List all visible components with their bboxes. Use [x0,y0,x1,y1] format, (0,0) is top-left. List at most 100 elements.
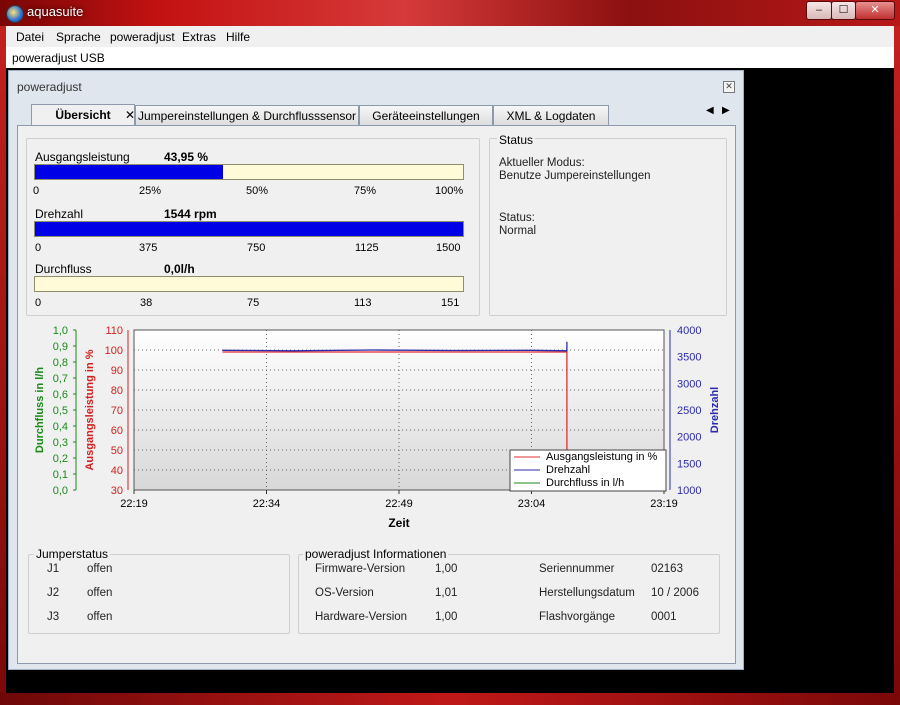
x-tick-label: 23:04 [518,498,546,510]
gauge-bar-drehzahl [34,221,464,237]
jumper-state: offen [87,587,113,599]
gauge-tick: 0 [35,242,42,254]
jumper-name: J1 [47,563,60,575]
jumper-name: J3 [47,611,60,623]
flow-tick-label: 0,4 [53,421,68,433]
gauge-tick: 1125 [355,242,379,254]
jumper-group [28,554,290,634]
gauge-tick: 25% [139,185,162,197]
rpm-tick-label: 1000 [677,485,701,497]
status-mode-label: Aktueller Modus: [499,157,585,169]
status-value: Normal [499,225,537,237]
menu-extras[interactable]: Extras [182,30,216,44]
rpm-tick-label: 3000 [677,378,701,390]
panel-close-icon[interactable]: ✕ [723,81,735,93]
info-value: 10 / 2006 [651,587,699,599]
info-key: Hardware-Version [315,611,408,623]
legend-item: Drehzahl [546,464,590,476]
tab-close-icon[interactable]: ✕ [125,105,135,125]
info-value: 02163 [651,563,683,575]
gauge-tick: 1500 [436,242,461,254]
menu-poweradjust[interactable]: poweradjust [110,30,175,44]
flow-tick-label: 0,7 [53,373,68,385]
gauge-tick: 75 [247,297,260,309]
device-strip: poweradjust USB [6,47,894,69]
flow-tick-label: 0,5 [53,405,68,417]
history-chart: 22:19 22:34 22:49 23:04 23:19 110 100 90 80 70 60 5… [34,325,721,530]
tab-geraeteeinstellungen[interactable]: Geräteeinstellungen [359,105,493,126]
power-tick-label: 110 [105,325,123,337]
tab-jumpereinstellungen[interactable]: Jumpereinstellungen & Durchflusssensor [135,105,359,126]
gauge-tick: 375 [139,242,158,254]
window-titlebar: aquasuite – ☐ ✕ [0,0,900,26]
menu-hilfe[interactable]: Hilfe [226,30,250,44]
gauge-fill-drehzahl [35,222,463,236]
maximize-button[interactable]: ☐ [831,1,856,20]
gauge-tick: 38 [140,297,153,309]
info-key: Seriennummer [539,563,615,575]
gauge-value-ausgangsleistung: 43,95 % [164,150,209,164]
gauge-tick: 750 [247,242,266,254]
rpm-tick-label: 4000 [677,325,701,337]
gauge-tick: 113 [354,297,372,309]
info-value: 1,00 [435,563,458,575]
minimize-button[interactable]: – [806,1,832,20]
tab-scroll-left-icon[interactable]: ◀ [706,105,714,116]
close-window-button[interactable]: ✕ [855,1,895,20]
info-group-title: poweradjust Informationen [303,547,449,561]
rpm-tick-label: 3500 [677,352,701,364]
info-key: Firmware-Version [315,563,406,575]
tab-xml-logdaten[interactable]: XML & Logdaten [493,105,609,126]
tab-scroll-right-icon[interactable]: ▶ [722,105,730,116]
flow-tick-label: 0,9 [53,341,68,353]
gauge-value-durchfluss: 0,0l/h [164,262,195,276]
gauge-label-ausgangsleistung: Ausgangsleistung [35,150,130,164]
flow-tick-label: 0,3 [53,437,68,449]
x-tick-label: 22:34 [253,498,281,510]
info-key: Flashvorgänge [539,611,616,623]
info-value: 0001 [651,611,677,623]
window-border-right [894,26,900,705]
axis-title-drehzahl: Drehzahl [709,387,721,433]
device-label[interactable]: poweradjust USB [12,51,105,65]
x-tick-label: 23:19 [650,498,678,510]
info-value: 1,00 [435,611,458,623]
menu-sprache[interactable]: Sprache [56,30,101,44]
gauge-tick: 0 [35,297,42,309]
power-tick-label: 30 [111,485,123,497]
gauge-fill-ausgangsleistung [35,165,224,179]
menu-datei[interactable]: Datei [16,30,44,44]
gauge-value-drehzahl: 1544 rpm [164,207,217,221]
status-mode-value: Benutze Jumpereinstellungen [499,170,651,182]
status-label: Status: [499,212,535,224]
flow-tick-label: 0,6 [53,389,68,401]
tab-uebersicht[interactable]: Übersicht ✕ [31,104,135,127]
legend-item: Ausgangsleistung in % [546,451,658,463]
gauge-bar-ausgangsleistung [34,164,464,180]
jumper-name: J2 [47,587,60,599]
flow-tick-label: 0,0 [53,485,68,497]
gauge-tick: 100% [435,185,464,197]
window-border-bottom [0,693,900,705]
jumper-state: offen [87,563,113,575]
tab-uebersicht-label: Übersicht [55,108,111,122]
gauge-tick: 151 [441,297,460,309]
app-logo-icon [6,5,24,23]
rpm-tick-label: 2500 [677,405,701,417]
power-tick-label: 40 [111,465,123,477]
power-tick-label: 60 [111,425,123,437]
jumper-state: offen [87,611,113,623]
flow-tick-label: 1,0 [53,325,68,337]
flow-tick-label: 0,8 [53,357,68,369]
axis-title-durchfluss: Durchfluss in l/h [34,367,46,453]
power-tick-label: 50 [111,445,123,457]
gauge-tick: 75% [354,185,377,197]
status-group-title: Status [497,133,536,147]
menu-bar: Datei Sprache poweradjust Extras Hilfe [6,26,894,48]
jumper-group-title: Jumperstatus [34,547,111,561]
power-tick-label: 80 [111,385,123,397]
x-tick-label: 22:49 [385,498,413,510]
power-tick-label: 70 [111,405,123,417]
gauge-tick: 0 [33,185,40,197]
panel-title: poweradjust [17,80,82,94]
